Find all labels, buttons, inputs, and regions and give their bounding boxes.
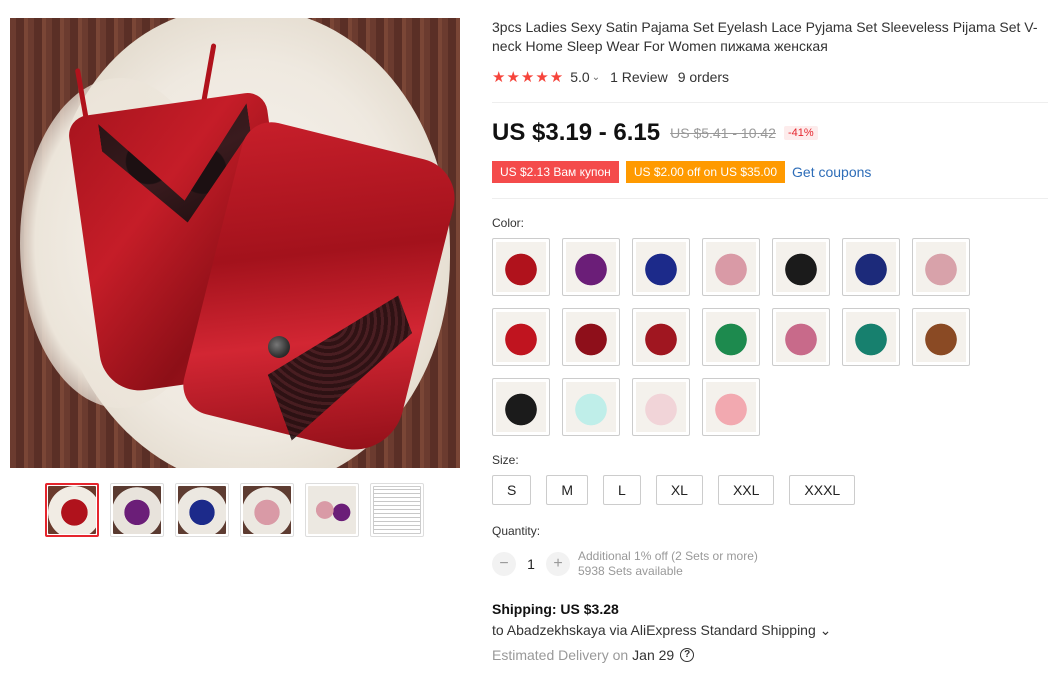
- reviews-link[interactable]: 1 Review: [610, 69, 668, 85]
- coupon-select[interactable]: US $2.00 off on US $35.00: [625, 161, 786, 183]
- color-swatch-image: [566, 242, 616, 292]
- price-row: US $3.19 - 6.15 US $5.41 - 10.42 -41%: [492, 119, 818, 147]
- color-swatch[interactable]: [912, 238, 970, 296]
- color-swatch-image: [776, 242, 826, 292]
- color-swatch[interactable]: [842, 308, 900, 366]
- color-swatch-image: [566, 382, 616, 432]
- increase-quantity-button[interactable]: +: [546, 552, 570, 576]
- color-swatch[interactable]: [562, 378, 620, 436]
- quantity-stepper: − 1 + Additional 1% off (2 Sets or more)…: [492, 549, 758, 579]
- thumbnail-size-chart[interactable]: [370, 483, 424, 537]
- color-swatch-image: [846, 312, 896, 362]
- color-swatch[interactable]: [562, 238, 620, 296]
- quantity-info: Additional 1% off (2 Sets or more) 5938 …: [578, 549, 758, 579]
- color-swatch[interactable]: [772, 238, 830, 296]
- size-option[interactable]: M: [546, 475, 589, 505]
- color-swatch-image: [636, 242, 686, 292]
- thumbnail-multi[interactable]: [305, 483, 359, 537]
- size-label: Size:: [492, 453, 519, 467]
- help-icon[interactable]: ?: [680, 648, 695, 662]
- stock-available-text: 5938 Sets available: [578, 564, 683, 578]
- color-swatch[interactable]: [632, 308, 690, 366]
- get-coupons-link[interactable]: Get coupons: [792, 164, 871, 180]
- color-swatch-image: [916, 312, 966, 362]
- color-swatch-image: [916, 242, 966, 292]
- quantity-label: Quantity:: [492, 524, 541, 538]
- current-price: US $3.19 - 6.15: [492, 119, 661, 146]
- color-swatch[interactable]: [772, 308, 830, 366]
- color-swatch-image: [636, 312, 686, 362]
- color-swatch-image: [706, 312, 756, 362]
- color-swatch-image: [496, 382, 546, 432]
- decrease-quantity-button[interactable]: −: [492, 552, 516, 576]
- color-swatch-image: [636, 382, 686, 432]
- color-swatch-image: [706, 382, 756, 432]
- shipping-cost: Shipping: US $3.28: [492, 601, 619, 617]
- color-swatches: [492, 238, 982, 436]
- size-option[interactable]: XXXL: [789, 475, 856, 505]
- size-option[interactable]: XL: [655, 475, 703, 505]
- color-swatch-image: [776, 312, 826, 362]
- delivery-date: Jan 29: [632, 647, 675, 663]
- orders-count: 9 orders: [677, 69, 730, 85]
- divider: [492, 102, 1048, 103]
- color-swatch-image: [496, 242, 546, 292]
- rating-row: ★★★★★ 5.0 ⌄ 1 Review 9 orders: [492, 68, 729, 86]
- estimated-delivery-label: Estimated Delivery on: [492, 647, 629, 663]
- color-label: Color:: [492, 216, 525, 230]
- estimated-delivery: Estimated Delivery on Jan 29 ?: [492, 647, 695, 663]
- discount-badge: -41%: [783, 126, 818, 140]
- size-option[interactable]: XXL: [717, 475, 775, 505]
- color-swatch[interactable]: [492, 378, 550, 436]
- color-swatch[interactable]: [562, 308, 620, 366]
- color-swatch-image: [566, 312, 616, 362]
- divider: [492, 198, 1048, 199]
- bow-detail: [268, 336, 290, 358]
- quantity-value[interactable]: 1: [516, 556, 546, 572]
- thumbnail-red[interactable]: [45, 483, 99, 537]
- size-option[interactable]: L: [603, 475, 641, 505]
- main-product-image[interactable]: [10, 18, 460, 468]
- color-swatch[interactable]: [842, 238, 900, 296]
- size-options: S M L XL XXL XXXL: [492, 475, 856, 505]
- color-swatch[interactable]: [702, 238, 760, 296]
- color-swatch[interactable]: [702, 308, 760, 366]
- color-swatch[interactable]: [492, 308, 550, 366]
- rating-value[interactable]: 5.0: [570, 69, 589, 85]
- coupon-store[interactable]: US $2.13 Вам купон: [492, 161, 619, 183]
- bulk-discount-text: Additional 1% off (2 Sets or more): [578, 549, 758, 563]
- size-option[interactable]: S: [492, 475, 532, 505]
- thumbnail-blue[interactable]: [175, 483, 229, 537]
- color-swatch-image: [496, 312, 546, 362]
- thumbnail-pink[interactable]: [240, 483, 294, 537]
- original-price: US $5.41 - 10.42: [670, 125, 776, 141]
- thumbnail-purple[interactable]: [110, 483, 164, 537]
- color-swatch[interactable]: [492, 238, 550, 296]
- product-title: 3pcs Ladies Sexy Satin Pajama Set Eyelas…: [492, 19, 1038, 54]
- color-swatch-image: [706, 242, 756, 292]
- thumbnail-strip: [45, 483, 424, 537]
- color-swatch[interactable]: [702, 378, 760, 436]
- coupon-row: US $2.13 Вам купон US $2.00 off on US $3…: [492, 161, 871, 183]
- color-swatch[interactable]: [632, 238, 690, 296]
- chevron-down-icon[interactable]: ⌄: [592, 72, 600, 83]
- shipping-route-selector[interactable]: to Abadzekhskaya via AliExpress Standard…: [492, 622, 831, 639]
- color-swatch[interactable]: [632, 378, 690, 436]
- color-swatch[interactable]: [912, 308, 970, 366]
- color-swatch-image: [846, 242, 896, 292]
- star-rating-icon: ★★★★★: [492, 69, 565, 86]
